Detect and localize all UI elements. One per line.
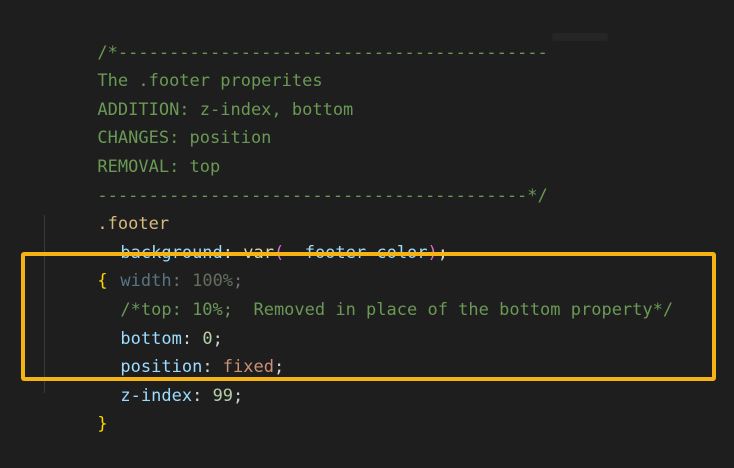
code-line: CHANGES: position	[36, 96, 726, 148]
code-line: The .footer properites	[36, 39, 726, 91]
code-line: background: var(--footer-color);	[36, 210, 726, 263]
code-line: ADDITION: z-index, bottom	[36, 67, 726, 120]
code-line: REMOVAL: top	[36, 124, 726, 177]
code-editor[interactable]: /*--------------------------------------…	[0, 0, 734, 434]
code-line: }	[36, 382, 726, 434]
code-line: /*--------------------------------------…	[36, 10, 726, 63]
highlight-box	[21, 252, 716, 381]
code-line: .footer {	[36, 182, 726, 291]
brace-close: }	[97, 414, 108, 435]
code-line: ----------------------------------------…	[36, 153, 726, 206]
